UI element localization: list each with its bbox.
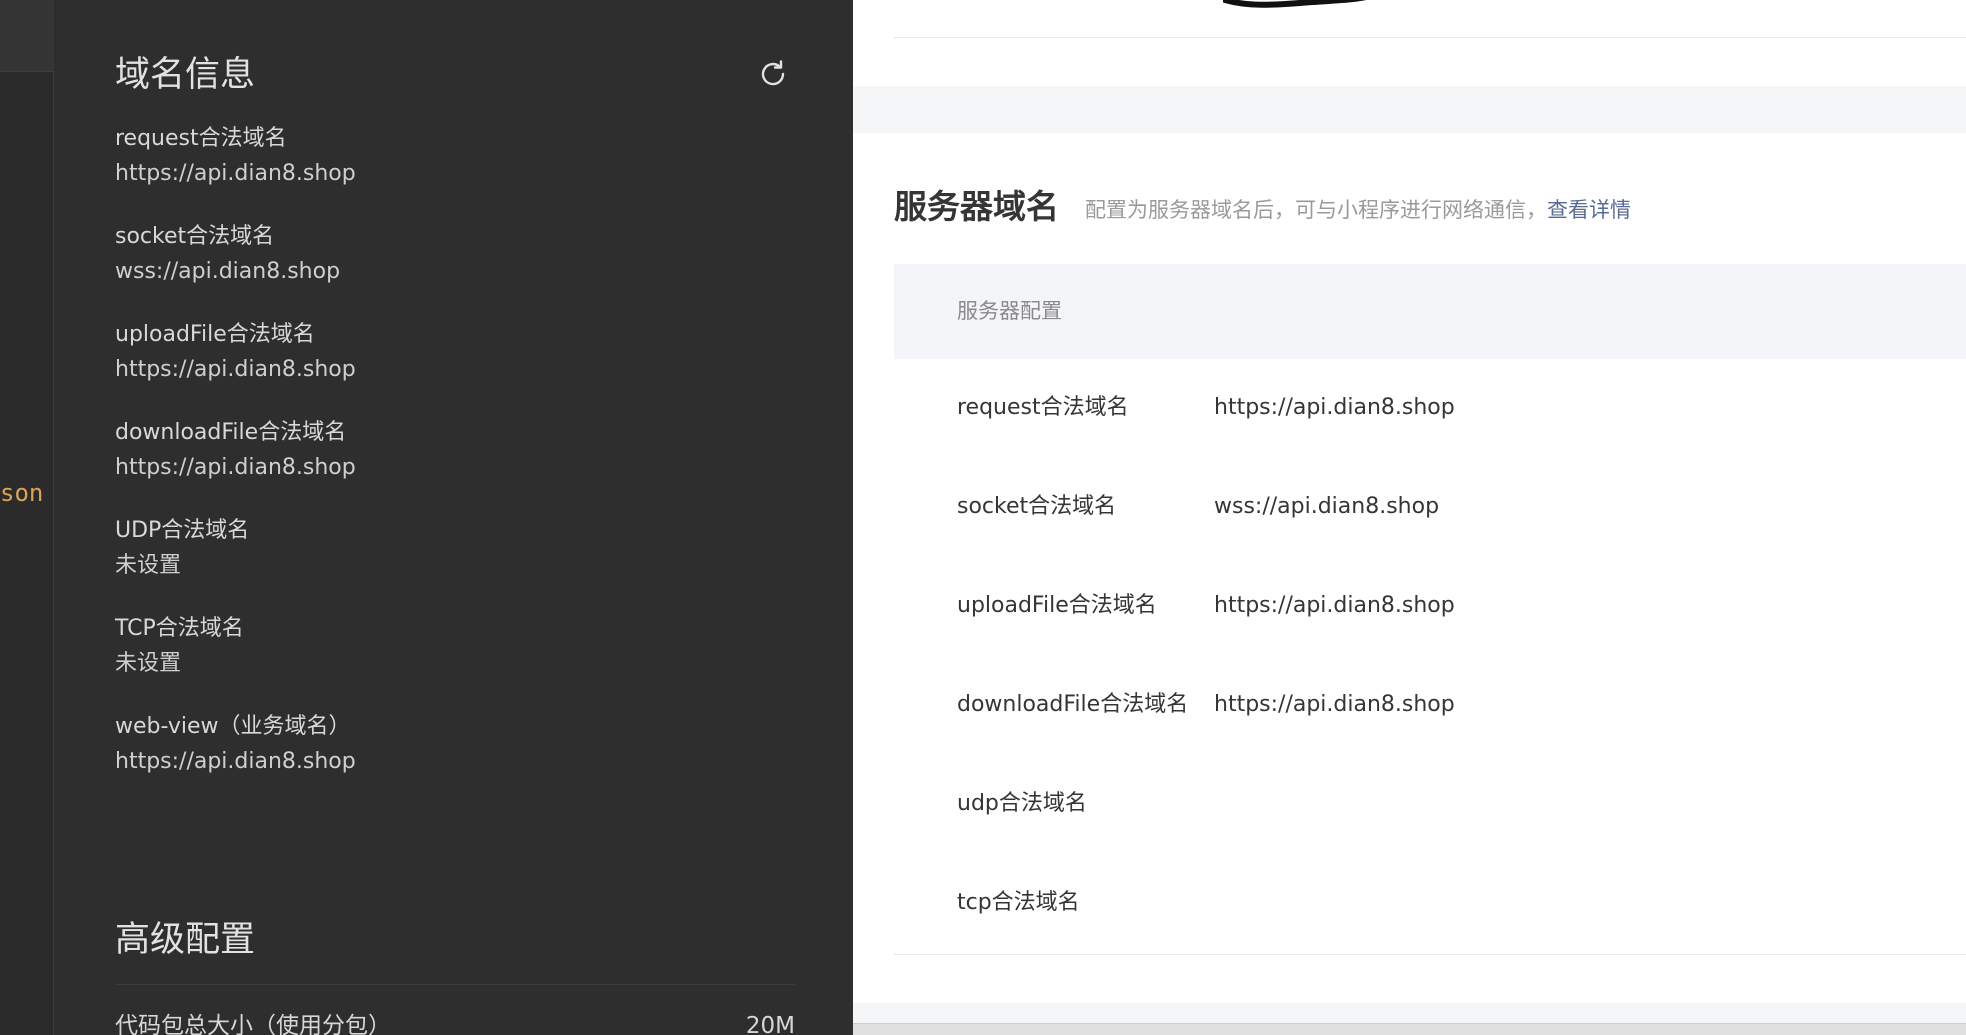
package-size-label: 代码包总大小（使用分包） [115,1013,391,1035]
package-size-value: 20M [745,1013,795,1035]
table-row: udp合法域名 [894,755,1966,854]
domain-item-webview: web-view（业务域名） https://api.dian8.shop [115,709,795,807]
project-details-panel: 域名信息 request合法域名 https://api.dian8.shop … [54,0,853,1035]
table-row: socket合法域名 wss://api.dian8.shop [894,458,1966,557]
server-domain-description: 配置为服务器域名后，可与小程序进行网络通信，查看详情 [1085,195,1631,225]
code-fragment: son [0,479,44,507]
domain-info-list: request合法域名 https://api.dian8.shop socke… [115,121,795,807]
redaction-scribble [1223,0,1367,8]
domain-label: socket合法域名 [115,224,275,249]
view-details-link[interactable]: 查看详情 [1547,198,1631,222]
table-row: request合法域名 https://api.dian8.shop [894,359,1966,458]
domain-item-socket: socket合法域名 wss://api.dian8.shop [115,219,795,317]
description-text: 配置为服务器域名后，可与小程序进行网络通信， [1085,198,1547,222]
row-name: request合法域名 [957,395,1129,420]
horizontal-scrollbar[interactable] [853,1023,1966,1035]
package-size-row: 代码包总大小（使用分包） 20M [115,1010,795,1035]
domain-value: 未设置 [115,553,182,578]
table-row: tcp合法域名 [894,854,1966,953]
table-row: downloadFile合法域名 https://api.dian8.shop [894,656,1966,755]
editor-tab[interactable] [0,0,54,72]
domain-value: https://api.dian8.shop [115,455,356,480]
domain-item-request: request合法域名 https://api.dian8.shop [115,121,795,219]
editor-strip: son [0,0,54,1035]
domain-label: downloadFile合法域名 [115,420,347,445]
domain-info-title: 域名信息 [115,55,256,95]
row-value: https://api.dian8.shop [1214,395,1455,420]
divider [894,37,1966,38]
domain-item-downloadfile: downloadFile合法域名 https://api.dian8.shop [115,415,795,513]
row-value: https://api.dian8.shop [1214,593,1455,618]
domain-label: TCP合法域名 [115,616,244,641]
domain-value: wss://api.dian8.shop [115,259,341,284]
row-value: wss://api.dian8.shop [1214,494,1440,519]
table-header: 服务器配置 [894,264,1966,359]
table-row: uploadFile合法域名 https://api.dian8.shop [894,557,1966,656]
domain-value: https://api.dian8.shop [115,357,356,382]
row-name: downloadFile合法域名 [957,692,1189,717]
refresh-icon[interactable] [757,58,789,90]
server-domain-heading: 服务器域名 [894,187,1059,226]
row-value: https://api.dian8.shop [1214,692,1455,717]
divider [894,954,1966,955]
domain-item-udp: UDP合法域名 未设置 [115,513,795,611]
domain-value: https://api.dian8.shop [115,749,356,774]
domain-item-uploadfile: uploadFile合法域名 https://api.dian8.shop [115,317,795,415]
domain-label: UDP合法域名 [115,518,250,543]
advanced-config-title: 高级配置 [115,920,256,960]
table-header-label: 服务器配置 [957,299,1062,323]
server-config-table: request合法域名 https://api.dian8.shop socke… [894,359,1966,953]
domain-value: https://api.dian8.shop [115,161,356,186]
domain-label: web-view（业务域名） [115,714,351,739]
row-name: udp合法域名 [957,791,1087,816]
divider [115,984,795,985]
domain-item-tcp: TCP合法域名 未设置 [115,611,795,709]
row-name: tcp合法域名 [957,890,1080,915]
domain-value: 未设置 [115,651,182,676]
server-domain-page: 服务器域名 配置为服务器域名后，可与小程序进行网络通信，查看详情 服务器配置 r… [853,0,1966,1035]
row-name: socket合法域名 [957,494,1117,519]
domain-label: request合法域名 [115,126,287,151]
server-domain-card: 服务器域名 配置为服务器域名后，可与小程序进行网络通信，查看详情 服务器配置 r… [853,133,1966,1003]
top-card [853,0,1966,86]
domain-label: uploadFile合法域名 [115,322,315,347]
row-name: uploadFile合法域名 [957,593,1157,618]
